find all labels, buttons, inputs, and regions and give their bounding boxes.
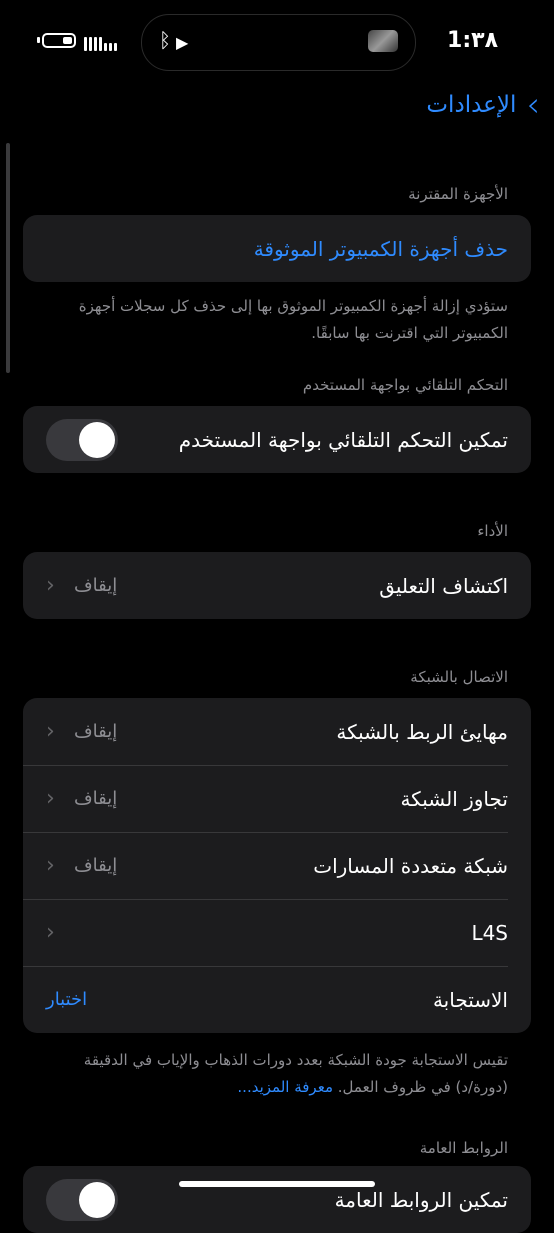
group-paired: حذف أجهزة الكمبيوتر الموثوقة xyxy=(23,215,531,282)
row-label: شبكة متعددة المسارات xyxy=(313,853,508,878)
ui-automation-row: تمكين التحكم التلقائي بواجهة المستخدم xyxy=(23,406,531,473)
toggle-knob xyxy=(79,421,115,458)
chevron-left-icon: ‹ xyxy=(46,853,55,878)
responsiveness-row: الاستجابة اختبار xyxy=(23,966,531,1033)
row-value: إيقاف xyxy=(74,721,118,742)
ui-automation-toggle[interactable] xyxy=(46,418,118,461)
row-label: L4S xyxy=(471,920,508,945)
hang-detection-value: إيقاف xyxy=(74,575,118,596)
status-time: 1:٣٨ xyxy=(447,28,498,53)
battery-icon xyxy=(42,33,76,48)
section-header-paired: الأجهزة المقترنة xyxy=(408,185,508,203)
scroll-indicator[interactable] xyxy=(6,143,10,373)
section-header-performance: الأداء xyxy=(477,522,508,540)
hang-detection-row[interactable]: اكتشاف التعليق إيقاف ‹ xyxy=(23,552,531,619)
media-thumbnail xyxy=(368,30,398,52)
chevron-right-icon: › xyxy=(526,85,540,125)
chevron-left-icon: ‹ xyxy=(46,573,55,598)
section-header-public-links: الروابط العامة xyxy=(419,1139,508,1157)
chevron-left-icon: ‹ xyxy=(46,719,55,744)
l4s-row[interactable]: L4S ‹ xyxy=(23,899,531,966)
section-header-network: الاتصال بالشبكة xyxy=(410,668,508,686)
home-indicator[interactable] xyxy=(179,1181,375,1187)
hang-detection-label: اكتشاف التعليق xyxy=(379,573,508,598)
back-button[interactable]: › الإعدادات xyxy=(426,88,540,122)
responsiveness-label: الاستجابة xyxy=(432,987,508,1012)
battery-cap xyxy=(37,37,40,43)
responsiveness-test-button[interactable]: اختبار xyxy=(46,989,87,1010)
network-link-conditioner-row[interactable]: مهايئ الربط بالشبكة إيقاف ‹ xyxy=(23,698,531,765)
row-label: مهايئ الربط بالشبكة xyxy=(336,719,508,744)
group-ui-automation: تمكين التحكم التلقائي بواجهة المستخدم xyxy=(23,406,531,473)
section-footer-network: تقيس الاستجابة جودة الشبكة بعدد دورات ال… xyxy=(48,1047,508,1101)
multipath-network-row[interactable]: شبكة متعددة المسارات إيقاف ‹ xyxy=(23,832,531,899)
row-value: إيقاف xyxy=(74,788,118,809)
clear-trusted-computers-button[interactable]: حذف أجهزة الكمبيوتر الموثوقة xyxy=(23,215,531,282)
section-footer-paired: ستؤدي إزالة أجهزة الكمبيوتر الموثوق بها … xyxy=(78,297,508,342)
chevron-left-icon: ‹ xyxy=(46,786,55,811)
row-value: إيقاف xyxy=(74,855,118,876)
network-override-row[interactable]: تجاوز الشبكة إيقاف ‹ xyxy=(23,765,531,832)
chevron-left-icon: ‹ xyxy=(46,920,55,945)
clear-trusted-label: حذف أجهزة الكمبيوتر الموثوقة xyxy=(253,236,508,261)
back-label: الإعدادات xyxy=(426,92,517,118)
cellular-signal-icon xyxy=(84,31,117,51)
ui-automation-label: تمكين التحكم التلقائي بواجهة المستخدم xyxy=(178,427,508,452)
group-network: مهايئ الربط بالشبكة إيقاف ‹ تجاوز الشبكة… xyxy=(23,698,531,1033)
learn-more-link[interactable]: معرفة المزيد... xyxy=(237,1078,333,1096)
section-header-ui-automation: التحكم التلقائي بواجهة المستخدم xyxy=(302,376,508,394)
row-label: تجاوز الشبكة xyxy=(400,786,508,811)
group-performance: اكتشاف التعليق إيقاف ‹ xyxy=(23,552,531,619)
bluetooth-icon: ᛒ xyxy=(159,28,171,52)
play-icon: ▶ xyxy=(176,33,189,52)
